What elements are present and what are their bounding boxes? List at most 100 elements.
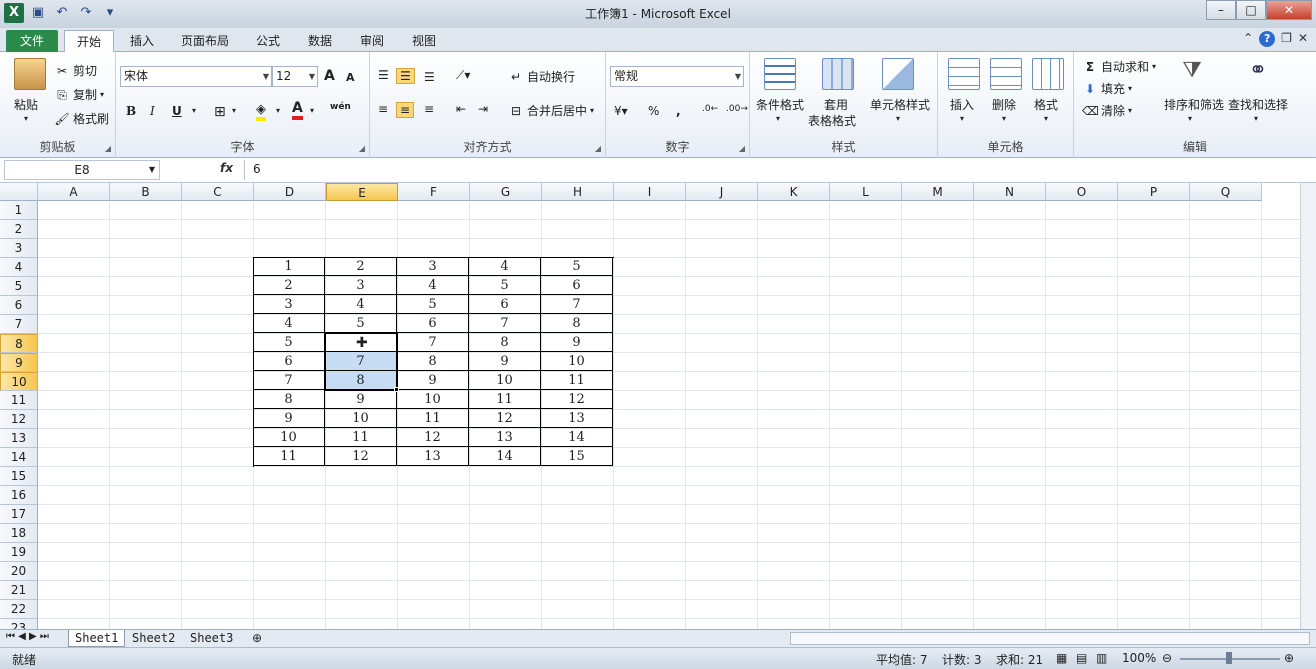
tab-insert[interactable]: 插入	[120, 30, 164, 52]
tab-page-layout[interactable]: 页面布局	[172, 30, 238, 52]
font-size-combo[interactable]: 12 ▼	[272, 66, 318, 87]
column-header[interactable]: A	[38, 183, 110, 201]
merge-center-button[interactable]: ⊟ 合并后居中 ▾	[508, 102, 594, 119]
chevron-down-icon[interactable]: ▾	[960, 114, 964, 123]
table-cell[interactable]: 13	[541, 409, 613, 428]
page-layout-view-icon[interactable]: ▤	[1076, 651, 1087, 665]
row-header[interactable]: 6	[0, 296, 38, 315]
row-header[interactable]: 12	[0, 410, 38, 429]
row-header[interactable]: 16	[0, 486, 38, 505]
row-header[interactable]: 13	[0, 429, 38, 448]
cell-styles-icon[interactable]	[882, 58, 914, 90]
row-header[interactable]: 7	[0, 315, 38, 334]
table-cell[interactable]: 5	[541, 257, 613, 276]
number-format-combo[interactable]: 常规 ▼	[610, 66, 744, 87]
row-header[interactable]: 10	[0, 372, 38, 391]
column-header[interactable]: M	[902, 183, 974, 201]
select-all-corner[interactable]	[0, 183, 38, 201]
column-header[interactable]: O	[1046, 183, 1118, 201]
table-cell[interactable]: 11	[325, 428, 397, 447]
delete-cells-icon[interactable]	[990, 58, 1022, 90]
column-header[interactable]: F	[398, 183, 470, 201]
table-cell[interactable]: 10	[253, 428, 325, 447]
sheet-tab-2[interactable]: Sheet2	[126, 630, 181, 647]
insert-function-button[interactable]: fx	[220, 161, 233, 175]
chevron-down-icon[interactable]: ▾	[776, 114, 780, 123]
row-header[interactable]: 5	[0, 277, 38, 296]
insert-cells-icon[interactable]	[948, 58, 980, 90]
sort-filter-icon[interactable]: ⧩	[1176, 58, 1208, 90]
close-button[interactable]: ✕	[1266, 0, 1312, 20]
table-cell[interactable]: 3	[325, 276, 397, 295]
table-cell[interactable]: 11	[469, 390, 541, 409]
copy-button[interactable]: ⎘ 复制 ▾	[54, 86, 104, 103]
table-cell[interactable]: 11	[253, 447, 325, 466]
worksheet-grid[interactable]: A B C D E F G H I J K L M N O P Q 1 2 3 4 5 6 7 8 9 10 11 12 13 14 15 16…	[0, 183, 1316, 629]
format-cells-icon[interactable]	[1032, 58, 1064, 90]
row-header[interactable]: 8	[0, 334, 38, 353]
table-cell[interactable]: 6	[469, 295, 541, 314]
table-format-label-1[interactable]: 套用	[824, 96, 848, 113]
column-header[interactable]: G	[470, 183, 542, 201]
format-painter-button[interactable]: 🖌 格式刷	[54, 110, 109, 127]
column-header[interactable]: B	[110, 183, 182, 201]
table-cell[interactable]: 10	[469, 371, 541, 390]
sort-filter-button[interactable]: 排序和筛选	[1164, 96, 1224, 113]
percent-button[interactable]: %	[648, 104, 659, 118]
row-header[interactable]: 11	[0, 391, 38, 410]
table-cell[interactable]: 11	[541, 371, 613, 390]
cut-button[interactable]: ✂ 剪切	[54, 62, 97, 79]
tab-view[interactable]: 视图	[402, 30, 446, 52]
fill-color-icon[interactable]: ◈	[256, 102, 266, 121]
table-cell[interactable]: 12	[541, 390, 613, 409]
table-cell[interactable]: 14	[541, 428, 613, 447]
table-cell[interactable]: 3	[253, 295, 325, 314]
row-header[interactable]: 22	[0, 600, 38, 619]
border-dropdown-icon[interactable]: ▾	[232, 106, 236, 115]
row-header[interactable]: 3	[0, 239, 38, 258]
insert-sheet-icon[interactable]: ⊕	[252, 631, 262, 645]
table-cell[interactable]: 9	[541, 333, 613, 352]
fill-color-dropdown-icon[interactable]: ▾	[276, 106, 280, 115]
decrease-indent-icon[interactable]: ⇤	[456, 102, 466, 116]
table-cell[interactable]: 7	[253, 371, 325, 390]
row-header[interactable]: 9	[0, 353, 38, 372]
dialog-launcher-icon[interactable]: ◢	[359, 144, 365, 153]
clear-button[interactable]: ⌫ 清除 ▾	[1082, 102, 1132, 119]
chevron-down-icon[interactable]: ▾	[1188, 114, 1192, 123]
table-cell[interactable]: 6	[541, 276, 613, 295]
table-cell[interactable]: 10	[325, 409, 397, 428]
shrink-font-button[interactable]: A	[346, 71, 355, 84]
column-header[interactable]: L	[830, 183, 902, 201]
underline-dropdown-icon[interactable]: ▾	[192, 106, 196, 115]
column-header[interactable]: C	[182, 183, 254, 201]
table-cell[interactable]: 13	[469, 428, 541, 447]
row-header[interactable]: 14	[0, 448, 38, 467]
fill-button[interactable]: ⬇ 填充 ▾	[1082, 80, 1132, 97]
dialog-launcher-icon[interactable]: ◢	[595, 144, 601, 153]
align-top-icon[interactable]: ☰	[378, 68, 389, 82]
table-cell[interactable]: 3	[397, 257, 469, 276]
table-cell[interactable]: 4	[397, 276, 469, 295]
table-cell[interactable]: 4	[325, 295, 397, 314]
table-cell[interactable]: 7	[397, 333, 469, 352]
row-header[interactable]: 1	[0, 201, 38, 220]
orientation-icon[interactable]: ⟋▾	[456, 68, 470, 83]
column-header[interactable]: H	[542, 183, 614, 201]
restore-window-icon[interactable]: ❐	[1281, 31, 1292, 47]
table-cell[interactable]: 12	[469, 409, 541, 428]
vertical-scrollbar[interactable]	[1300, 183, 1316, 629]
sheet-tab-3[interactable]: Sheet3	[184, 630, 239, 647]
table-cell[interactable]: 8	[397, 352, 469, 371]
font-color-icon[interactable]: A	[292, 100, 303, 120]
table-cell[interactable]: 6	[253, 352, 325, 371]
table-cell[interactable]: 6	[397, 314, 469, 333]
row-header[interactable]: 19	[0, 543, 38, 562]
table-cell[interactable]: 10	[397, 390, 469, 409]
zoom-level[interactable]: 100%	[1122, 651, 1156, 665]
delete-cells-button[interactable]: 删除	[992, 96, 1016, 113]
comma-button[interactable]: ,	[676, 104, 681, 118]
table-cell[interactable]: 9	[253, 409, 325, 428]
currency-icon[interactable]: ¥▾	[614, 104, 628, 118]
table-cell[interactable]: 4	[469, 257, 541, 276]
